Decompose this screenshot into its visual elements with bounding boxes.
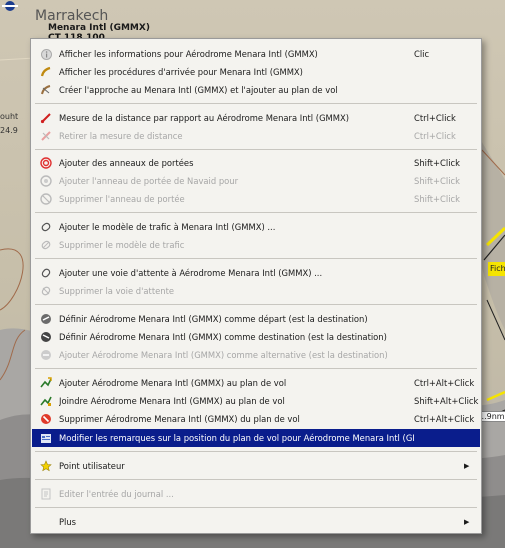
menu-separator	[35, 507, 477, 508]
menu-item-label: Afficher les procédures d'arrivée pour M…	[59, 67, 303, 77]
menu-item-remove-traffic-pattern[interactable]: Supprimer le modèle de trafic	[32, 236, 480, 254]
context-menu: Afficher les informations pour Aérodrome…	[30, 38, 482, 534]
menu-item-label: Joindre Aérodrome Menara Intl (GMMX) au …	[59, 396, 285, 406]
menu-item-delete-from-flightplan[interactable]: Supprimer Aérodrome Menara Intl (GMMX) d…	[32, 410, 480, 428]
info-icon	[39, 47, 53, 61]
menu-item-label: Point utilisateur	[59, 461, 125, 471]
more-blank-icon	[39, 515, 53, 529]
menu-item-label: Ajouter des anneaux de portées	[59, 158, 194, 168]
menu-item-remove-measure[interactable]: Retirer la mesure de distance Ctrl+Click	[32, 127, 480, 145]
menu-item-remove-holding[interactable]: Supprimer la voie d'attente	[32, 282, 480, 300]
menu-item-show-info[interactable]: Afficher les informations pour Aérodrome…	[32, 45, 480, 63]
menu-item-shortcut: Clic	[414, 49, 430, 59]
menu-item-label: Ajouter l'anneau de portée de Navaid pou…	[59, 176, 239, 186]
menu-item-edit-logbook[interactable]: Editer l'entrée du journal ...	[32, 485, 480, 503]
holding-icon	[39, 266, 53, 280]
menu-separator	[35, 479, 477, 480]
append-flightplan-icon	[39, 394, 53, 408]
map-airport-name: Menara Intl (GMMX)	[48, 23, 150, 33]
menu-separator	[35, 304, 477, 305]
menu-item-measure-distance[interactable]: Mesure de la distance par rapport au Aér…	[32, 109, 480, 127]
menu-item-set-destination[interactable]: Définir Aérodrome Menara Intl (GMMX) com…	[32, 328, 480, 346]
menu-item-label: Retirer la mesure de distance	[59, 131, 183, 141]
menu-item-set-departure[interactable]: Définir Aérodrome Menara Intl (GMMX) com…	[32, 310, 480, 328]
menu-item-label: Editer l'entrée du journal ...	[59, 489, 174, 499]
menu-item-userpoint[interactable]: Point utilisateur ▶	[32, 457, 480, 475]
remove-measure-icon	[39, 129, 53, 143]
menu-item-add-range-rings[interactable]: Ajouter des anneaux de portées Shift+Cli…	[32, 154, 480, 172]
menu-item-add-traffic-pattern[interactable]: Ajouter le modèle de trafic à Menara Int…	[32, 218, 480, 236]
menu-separator	[35, 149, 477, 150]
approach-icon	[39, 83, 53, 97]
menu-item-label: Ajouter Aérodrome Menara Intl (GMMX) com…	[59, 350, 388, 360]
menu-item-label: Définir Aérodrome Menara Intl (GMMX) com…	[59, 314, 368, 324]
add-flightplan-icon	[39, 376, 53, 390]
remove-holding-icon	[39, 284, 53, 298]
menu-item-label: Ajouter Aérodrome Menara Intl (GMMX) au …	[59, 378, 287, 388]
menu-item-shortcut: Ctrl+Click	[414, 113, 456, 123]
menu-item-add-holding[interactable]: Ajouter une voie d'attente à Aérodrome M…	[32, 264, 480, 282]
menu-item-shortcut: Ctrl+Alt+Click	[414, 414, 475, 424]
menu-item-shortcut: Shift+Alt+Click	[414, 396, 479, 406]
menu-item-shortcut: Ctrl+Click	[414, 131, 456, 141]
delete-flightplan-icon	[39, 412, 53, 426]
menu-item-shortcut: Shift+Click	[414, 158, 461, 168]
menu-item-more[interactable]: Plus ▶	[32, 513, 480, 531]
menu-separator	[35, 451, 477, 452]
menu-item-label: Supprimer le modèle de trafic	[59, 240, 185, 250]
measure-icon	[39, 111, 53, 125]
procedure-icon	[39, 65, 53, 79]
menu-item-label: Supprimer Aérodrome Menara Intl (GMMX) d…	[59, 414, 300, 424]
remove-ring-icon	[39, 192, 53, 206]
logbook-icon	[39, 487, 53, 501]
map-side-label-1: ouht	[0, 112, 19, 121]
alternate-icon	[39, 348, 53, 362]
map-route-label: Fich	[488, 262, 505, 276]
traffic-pattern-icon	[39, 220, 53, 234]
menu-item-shortcut: Ctrl+Alt+Click	[414, 378, 475, 388]
menu-item-label: Définir Aérodrome Menara Intl (GMMX) com…	[59, 332, 387, 342]
menu-item-add-alternate[interactable]: Ajouter Aérodrome Menara Intl (GMMX) com…	[32, 346, 480, 364]
menu-separator	[35, 103, 477, 104]
menu-item-create-approach[interactable]: Créer l'approche au Menara Intl (GMMX) e…	[32, 81, 480, 99]
menu-item-add-to-flightplan[interactable]: Ajouter Aérodrome Menara Intl (GMMX) au …	[32, 374, 480, 392]
menu-item-edit-remarks[interactable]: Modifier les remarques sur la position d…	[32, 429, 480, 447]
menu-item-label: Ajouter le modèle de trafic à Menara Int…	[59, 222, 276, 232]
destination-icon	[39, 330, 53, 344]
menu-item-label: Ajouter une voie d'attente à Aérodrome M…	[59, 268, 323, 278]
menu-item-label: Supprimer la voie d'attente	[59, 286, 175, 296]
menu-item-add-navaid-ring[interactable]: Ajouter l'anneau de portée de Navaid pou…	[32, 172, 480, 190]
menu-item-show-procedures[interactable]: Afficher les procédures d'arrivée pour M…	[32, 63, 480, 81]
userpoint-icon	[39, 459, 53, 473]
range-rings-icon	[39, 156, 53, 170]
menu-item-shortcut: Shift+Click	[414, 176, 461, 186]
menu-item-append-to-flightplan[interactable]: Joindre Aérodrome Menara Intl (GMMX) au …	[32, 392, 480, 410]
menu-item-label: Mesure de la distance par rapport au Aér…	[59, 113, 350, 123]
menu-item-label: Afficher les informations pour Aérodrome…	[59, 49, 318, 59]
menu-item-shortcut: Shift+Click	[414, 194, 461, 204]
menu-item-label: Supprimer l'anneau de portée	[59, 194, 185, 204]
menu-item-label: Créer l'approche au Menara Intl (GMMX) e…	[59, 85, 338, 95]
remove-traffic-icon	[39, 238, 53, 252]
menu-separator	[35, 212, 477, 213]
departure-icon	[39, 312, 53, 326]
menu-separator	[35, 368, 477, 369]
submenu-arrow-icon: ▶	[464, 518, 470, 526]
map-side-label-2: 24.9	[0, 126, 18, 135]
map-city-label: Marrakech	[35, 8, 109, 24]
menu-item-label: Modifier les remarques sur la position d…	[59, 433, 414, 443]
menu-separator	[35, 258, 477, 259]
submenu-arrow-icon: ▶	[464, 462, 470, 470]
navaid-ring-icon	[39, 174, 53, 188]
menu-item-label: Plus	[59, 517, 77, 527]
menu-item-remove-range-ring[interactable]: Supprimer l'anneau de portée Shift+Click	[32, 190, 480, 208]
edit-remarks-icon	[39, 431, 53, 445]
airport-icon[interactable]	[0, 0, 20, 12]
